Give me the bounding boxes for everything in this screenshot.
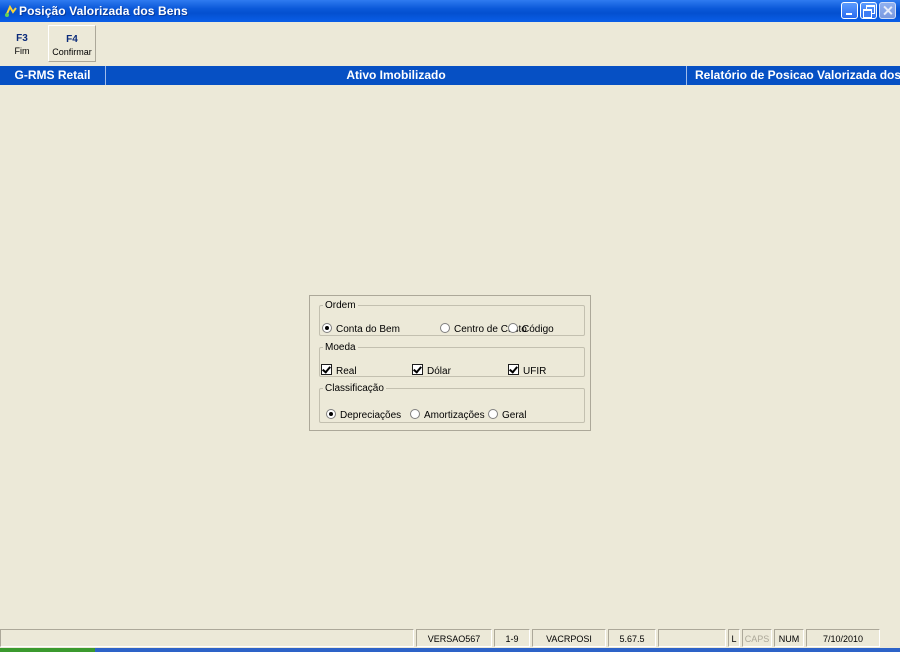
report-name: Relatório de Posicao Valorizada dos [695,68,900,82]
classificacao-amortizacoes-radio[interactable]: Amortizações [410,409,485,421]
ordem-codigo-radio[interactable]: Código [508,323,554,335]
status-num: NUM [774,629,804,647]
status-program: VACRPOSI [532,629,606,647]
options-panel: Ordem Conta do Bem Centro de Custo Códig… [309,295,591,431]
app-icon [5,4,17,17]
moeda-option-label: UFIR [523,366,547,377]
moeda-group: Moeda Real Dólar UFIR [319,342,585,377]
window-title: Posição Valorizada dos Bens [19,4,188,18]
status-mode: L [728,629,740,647]
checkbox-checked-icon [508,364,519,375]
ordem-group: Ordem Conta do Bem Centro de Custo Códig… [319,300,585,336]
restore-button[interactable] [860,2,877,19]
close-button[interactable] [879,2,896,19]
status-version: VERSAO567 [416,629,492,647]
confirmar-label: Confirmar [52,47,92,57]
ordem-option-label: Conta do Bem [336,324,400,335]
radio-selected-icon [322,323,332,333]
status-blank [658,629,726,647]
status-caps: CAPS [742,629,772,647]
checkbox-checked-icon [412,364,423,375]
toolbar: F3 Fim F4 Confirmar [0,22,900,64]
radio-icon [488,409,498,419]
title-bar[interactable]: Posição Valorizada dos Bens [0,0,900,22]
classificacao-option-label: Depreciações [340,410,402,421]
status-range: 1-9 [494,629,530,647]
moeda-dolar-checkbox[interactable]: Dólar [412,364,451,377]
module-name: Ativo Imobilizado [106,66,687,85]
moeda-option-label: Dólar [427,366,451,377]
minimize-button[interactable] [841,2,858,19]
status-bar: VERSAO567 1-9 VACRPOSI 5.67.5 L CAPS NUM… [0,628,900,648]
classificacao-geral-radio[interactable]: Geral [488,409,526,421]
ordem-legend: Ordem [325,300,356,311]
ordem-option-label: Código [522,324,554,335]
status-message [0,629,414,647]
confirmar-button[interactable]: F4 Confirmar [48,25,96,62]
fim-button[interactable]: F3 Fim [2,25,42,62]
moeda-real-checkbox[interactable]: Real [321,364,357,377]
classificacao-option-label: Geral [502,410,527,421]
fim-key: F3 [16,33,28,44]
classificacao-option-label: Amortizações [424,410,485,421]
radio-selected-icon [326,409,336,419]
moeda-legend: Moeda [325,342,356,353]
status-build: 5.67.5 [608,629,656,647]
moeda-option-label: Real [336,366,357,377]
classificacao-legend: Classificação [325,383,384,394]
radio-icon [440,323,450,333]
radio-icon [508,323,518,333]
header-band: G-RMS Retail Ativo Imobilizado Relatório… [0,66,900,85]
taskbar-edge [0,648,900,652]
checkbox-checked-icon [321,364,332,375]
classificacao-group: Classificação Depreciações Amortizações … [319,383,585,423]
ordem-conta-do-bem-radio[interactable]: Conta do Bem [322,323,400,335]
radio-icon [410,409,420,419]
moeda-ufir-checkbox[interactable]: UFIR [508,364,546,377]
app-name: G-RMS Retail [0,66,106,85]
status-date: 7/10/2010 [806,629,880,647]
fim-label: Fim [14,46,30,56]
confirmar-key: F4 [66,34,78,45]
classificacao-depreciacoes-radio[interactable]: Depreciações [326,409,401,421]
